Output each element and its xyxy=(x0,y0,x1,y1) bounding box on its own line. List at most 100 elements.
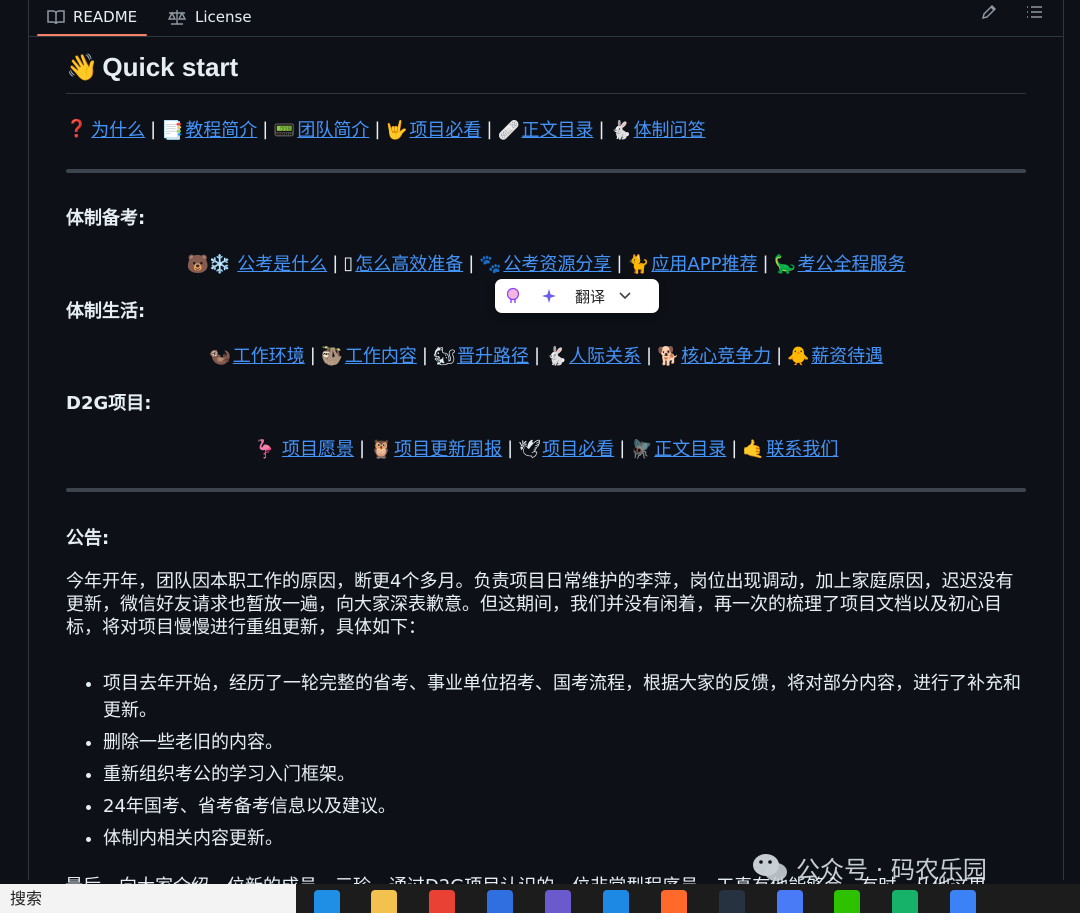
nav-link-why[interactable]: 为什么 xyxy=(91,116,145,142)
page-icon: 📑 xyxy=(161,120,184,141)
nav-link-team[interactable]: 团队简介 xyxy=(297,116,369,142)
separator: | xyxy=(421,344,428,366)
watermark: 公众号 · 码农乐园 xyxy=(750,850,987,885)
app-icon[interactable] xyxy=(892,890,918,913)
bandage-icon: 🩹 xyxy=(497,120,520,141)
dinosaur-icon: 🦕 xyxy=(773,254,796,275)
separator: | xyxy=(619,437,626,459)
watermark-text: 公众号 · 码农乐园 xyxy=(796,856,987,884)
outline-button[interactable] xyxy=(1022,0,1046,24)
dog-icon: 🐕 xyxy=(657,346,680,367)
link-contact-us[interactable]: 联系我们 xyxy=(766,435,838,461)
link-work-environment[interactable]: 工作环境 xyxy=(233,342,305,368)
sparkle-icon xyxy=(542,289,556,303)
translate-dropdown[interactable] xyxy=(613,279,637,313)
separator: | xyxy=(374,118,381,140)
wave-icon: 👋 xyxy=(66,52,99,82)
link-full-service[interactable]: 考公全程服务 xyxy=(798,250,906,276)
d2g-links: 🦩 项目愿景 | 🦉 项目更新周报 | 🕊 项目必看 | 🪰 正文目录 | 🤙 … xyxy=(66,435,1026,461)
rabbit-icon: 🐇 xyxy=(545,346,568,367)
link-salary[interactable]: 薪资待遇 xyxy=(811,342,883,368)
separator: | xyxy=(468,252,475,274)
nav-link-toc[interactable]: 正文目录 xyxy=(521,116,593,142)
chrome-icon[interactable] xyxy=(429,890,455,913)
link-promotion[interactable]: 晋升路径 xyxy=(457,342,529,368)
pager-icon: 📟 xyxy=(273,120,296,141)
edge-icon[interactable] xyxy=(314,890,340,913)
app-icon[interactable] xyxy=(661,890,687,913)
separator: | xyxy=(776,344,783,366)
edit-button[interactable] xyxy=(977,0,1001,24)
pencil-icon xyxy=(981,4,997,20)
separator: | xyxy=(359,437,366,459)
section-label-life: 体制生活: xyxy=(66,301,146,322)
link-what-is-exam[interactable]: 公考是什么 xyxy=(237,250,327,276)
app-icon[interactable] xyxy=(950,890,976,913)
brain-button[interactable] xyxy=(495,279,531,313)
separator: | xyxy=(486,118,493,140)
translate-button[interactable]: 翻译 xyxy=(567,286,613,307)
scale-icon xyxy=(167,10,187,25)
squirrel-icon: 🐿 xyxy=(432,346,456,367)
app-icon[interactable] xyxy=(545,890,571,913)
list-item: 重新组织考公的学习入门框架。 xyxy=(103,761,1023,788)
feishu-icon[interactable] xyxy=(603,890,629,913)
folder-icon[interactable] xyxy=(371,890,397,913)
book-icon xyxy=(47,10,65,25)
app-icon[interactable] xyxy=(777,890,803,913)
missing-glyph-icon: ▯ xyxy=(343,252,354,274)
taskbar: 搜索 xyxy=(0,884,1080,913)
link-resources[interactable]: 公考资源分享 xyxy=(503,250,611,276)
screen: README License 👋 Quick start ❓ 为什么 | 📑 教… xyxy=(0,0,1080,913)
translate-popup: 翻译 xyxy=(495,279,659,313)
tab-license[interactable]: License xyxy=(167,0,252,34)
paw-icon: 🐾 xyxy=(479,254,502,275)
chevron-down-icon xyxy=(619,292,631,300)
list-item: 体制内相关内容更新。 xyxy=(103,825,1023,852)
list-item: 项目去年开始，经历了一轮完整的省考、事业单位招考、国考流程，根据大家的反馈，将对… xyxy=(103,670,1023,724)
notice-label: 公告: xyxy=(66,528,110,549)
link-competitiveness[interactable]: 核心竞争力 xyxy=(681,342,771,368)
notice-list: 项目去年开始，经历了一轮完整的省考、事业单位招考、国考流程，根据大家的反馈，将对… xyxy=(66,670,1023,857)
separator: | xyxy=(731,437,738,459)
nav-link-must-read[interactable]: 项目必看 xyxy=(409,116,481,142)
hand-icon: 🤟 xyxy=(385,120,408,141)
prep-links: 🐻❄️ 公考是什么 | ▯ 怎么高效准备 | 🐾 公考资源分享 | 🐈 应用AP… xyxy=(66,250,1026,276)
tab-readme[interactable]: README xyxy=(36,0,148,36)
chick-icon: 🐥 xyxy=(787,346,810,367)
bear-snowflake-icon: 🐻❄️ xyxy=(186,254,232,275)
separator: | xyxy=(646,344,653,366)
link-d2g-must-read[interactable]: 项目必看 xyxy=(542,435,614,461)
taskbar-search[interactable]: 搜索 xyxy=(0,884,296,913)
link-vision[interactable]: 项目愿景 xyxy=(282,435,354,461)
wechat-taskbar-icon[interactable] xyxy=(834,890,860,913)
taskbar-search-label: 搜索 xyxy=(10,889,43,908)
separator: | xyxy=(762,252,769,274)
notice-paragraph: 今年开年，团队因本职工作的原因，断更4个多月。负责项目日常维护的李萍，岗位出现调… xyxy=(66,571,1014,638)
link-weekly-report[interactable]: 项目更新周报 xyxy=(394,435,502,461)
link-work-content[interactable]: 工作内容 xyxy=(345,342,417,368)
separator: | xyxy=(616,252,623,274)
section-label-prep: 体制备考: xyxy=(66,208,146,229)
link-efficient-prep[interactable]: 怎么高效准备 xyxy=(355,250,463,276)
ai-sparkle-button[interactable] xyxy=(531,279,567,313)
list-item: 删除一些老旧的内容。 xyxy=(103,729,1023,756)
nav-link-intro[interactable]: 教程简介 xyxy=(185,116,257,142)
rabbit-icon: 🐇 xyxy=(609,120,632,141)
title-divider xyxy=(66,93,1026,94)
separator: | xyxy=(533,344,541,366)
nav-link-qa[interactable]: 体制问答 xyxy=(634,116,706,142)
link-apps[interactable]: 应用APP推荐 xyxy=(651,250,757,276)
call-me-hand-icon: 🤙 xyxy=(742,439,765,460)
dove-icon: 🕊 xyxy=(518,439,542,460)
app-icon[interactable] xyxy=(487,890,513,913)
tab-license-label: License xyxy=(195,8,252,26)
brain-icon xyxy=(506,287,520,303)
fly-icon: 🪰 xyxy=(630,439,653,460)
link-relationships[interactable]: 人际关系 xyxy=(569,342,641,368)
link-d2g-toc[interactable]: 正文目录 xyxy=(654,435,726,461)
tab-readme-label: README xyxy=(73,8,138,26)
otter-icon: 🦦 xyxy=(208,346,232,367)
app-icon[interactable] xyxy=(719,890,745,913)
separator: | xyxy=(598,118,605,140)
